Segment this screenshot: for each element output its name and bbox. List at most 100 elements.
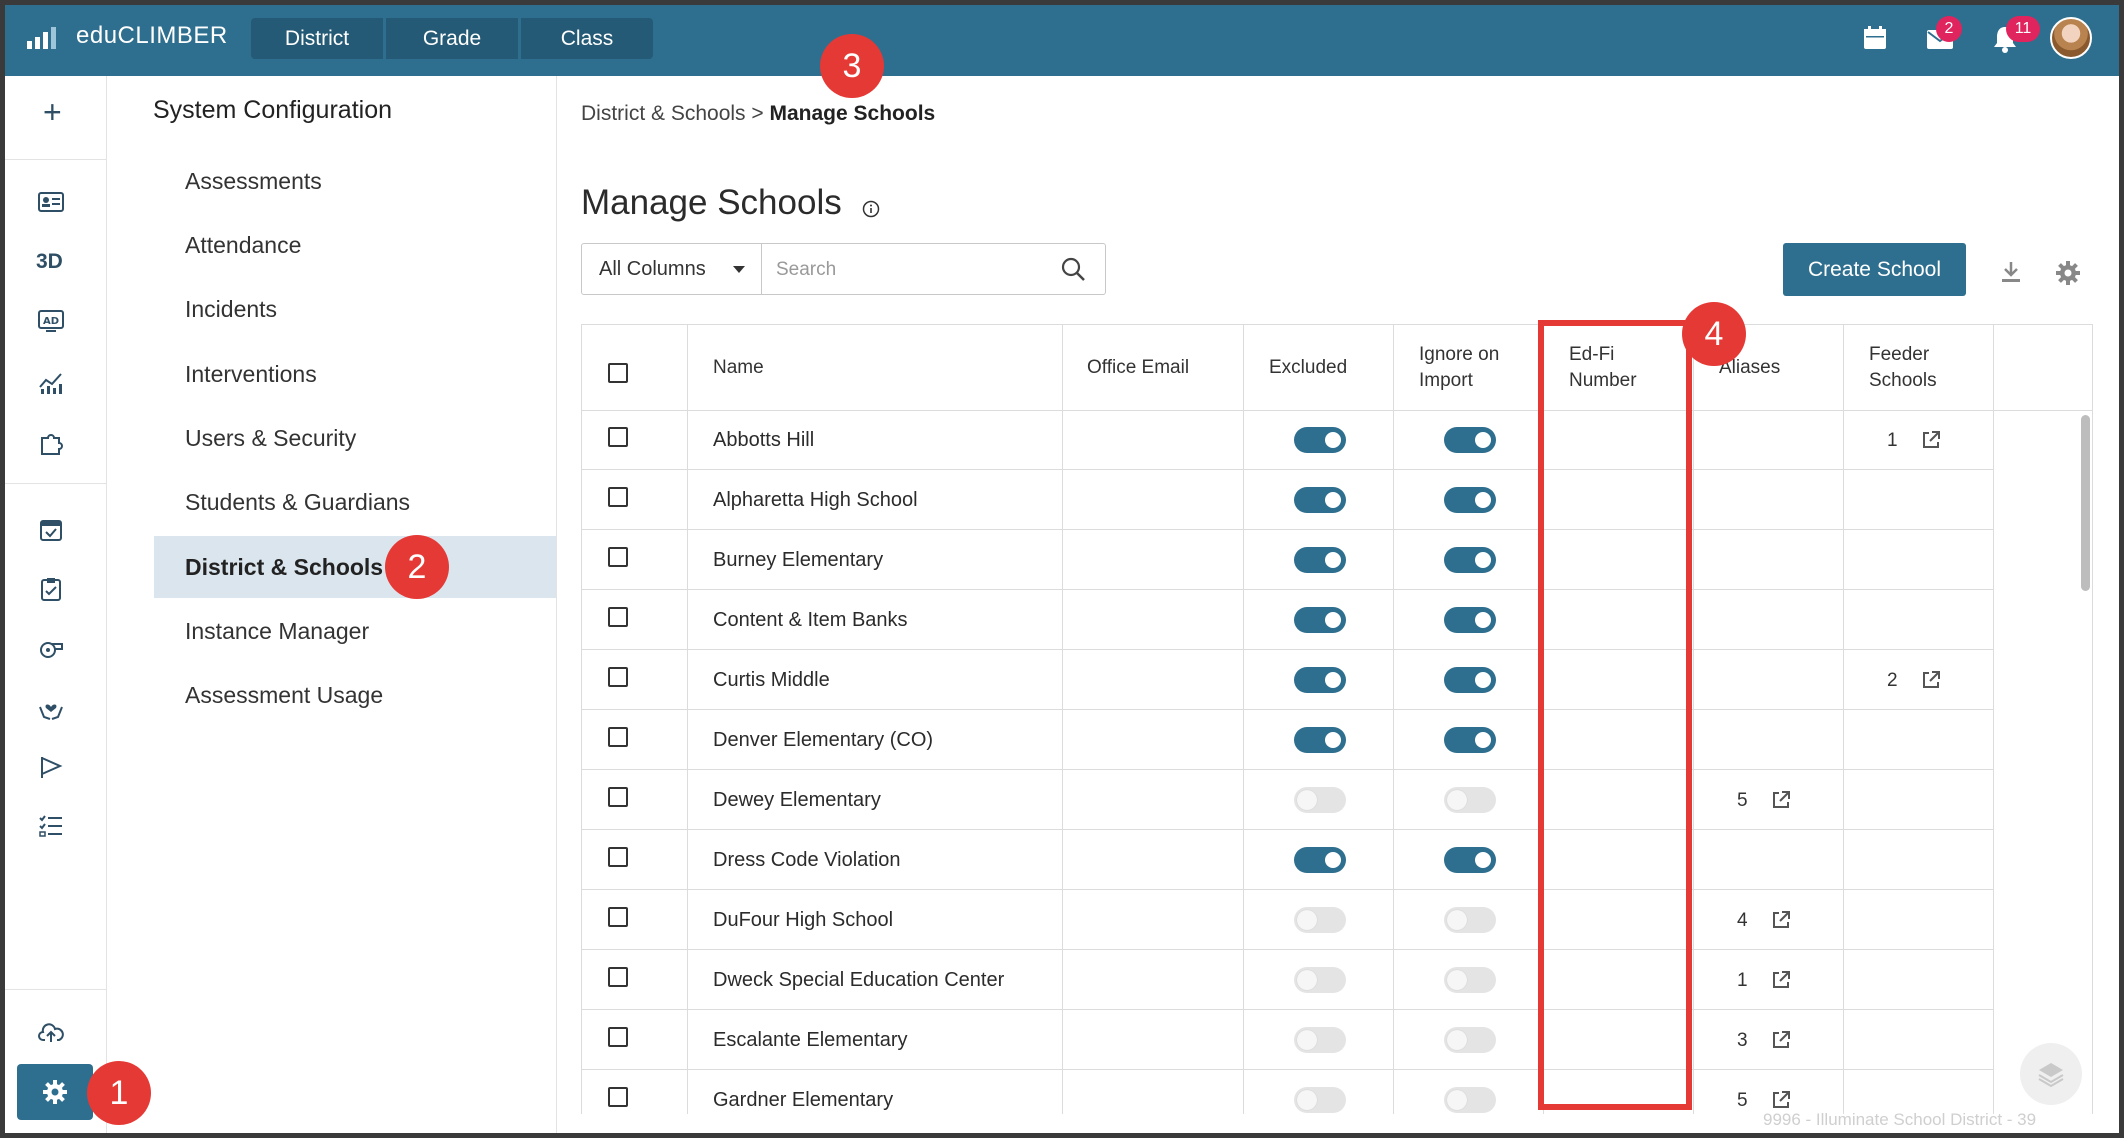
nav-grade[interactable]: Grade: [386, 18, 518, 59]
ignore-on-import-toggle[interactable]: [1444, 787, 1496, 813]
external-link-icon[interactable]: [1771, 1030, 1791, 1050]
excluded-toggle[interactable]: [1294, 667, 1346, 693]
row-checkbox[interactable]: [608, 667, 628, 687]
school-name[interactable]: Abbotts Hill: [713, 429, 814, 452]
sidebar-item-users-security[interactable]: Users & Security: [154, 407, 556, 469]
checklist-icon[interactable]: [38, 813, 64, 839]
row-checkbox[interactable]: [608, 427, 628, 447]
sidebar-item-incidents[interactable]: Incidents: [154, 278, 556, 340]
sidebar-item-students-guardians[interactable]: Students & Guardians: [154, 471, 556, 533]
school-name[interactable]: DuFour High School: [713, 909, 893, 932]
school-name[interactable]: Dress Code Violation: [713, 849, 901, 872]
external-link-icon[interactable]: [1771, 970, 1791, 990]
row-checkbox[interactable]: [608, 1087, 628, 1107]
sidebar-item-assessment-usage[interactable]: Assessment Usage: [154, 664, 556, 726]
ignore-on-import-toggle[interactable]: [1444, 847, 1496, 873]
row-checkbox[interactable]: [608, 727, 628, 747]
school-name[interactable]: Alpharetta High School: [713, 489, 918, 512]
school-name[interactable]: Denver Elementary (CO): [713, 729, 933, 752]
table-row[interactable]: Escalante Elementary 3: [582, 1010, 1994, 1070]
row-checkbox[interactable]: [608, 487, 628, 507]
school-name[interactable]: Dweck Special Education Center: [713, 969, 1004, 992]
search-icon[interactable]: [1060, 256, 1086, 282]
table-row[interactable]: DuFour High School 4: [582, 890, 1994, 950]
chart-icon[interactable]: [38, 369, 64, 395]
external-link-icon[interactable]: [1921, 430, 1941, 450]
header-name[interactable]: Name: [713, 325, 764, 410]
excluded-toggle[interactable]: [1294, 607, 1346, 633]
table-row[interactable]: Denver Elementary (CO): [582, 710, 1994, 770]
ignore-on-import-toggle[interactable]: [1444, 607, 1496, 633]
excluded-toggle[interactable]: [1294, 907, 1346, 933]
app-logo-text[interactable]: eduCLIMBER: [76, 22, 228, 50]
ignore-on-import-toggle[interactable]: [1444, 1087, 1496, 1113]
row-checkbox[interactable]: [608, 607, 628, 627]
plus-icon[interactable]: +: [43, 96, 62, 128]
table-row[interactable]: Abbotts Hill 1: [582, 410, 1994, 470]
table-row[interactable]: Content & Item Banks: [582, 590, 1994, 650]
excluded-toggle[interactable]: [1294, 967, 1346, 993]
column-select[interactable]: All Columns: [581, 243, 762, 295]
table-row[interactable]: Dweck Special Education Center 1: [582, 950, 1994, 1010]
external-link-icon[interactable]: [1771, 1090, 1791, 1110]
sidebar-item-instance-manager[interactable]: Instance Manager: [154, 600, 556, 662]
3d-icon[interactable]: 3D: [36, 250, 63, 274]
table-row[interactable]: Burney Elementary: [582, 530, 1994, 590]
create-school-button[interactable]: Create School: [1783, 243, 1966, 296]
ignore-on-import-toggle[interactable]: [1444, 667, 1496, 693]
row-checkbox[interactable]: [608, 787, 628, 807]
ignore-on-import-toggle[interactable]: [1444, 967, 1496, 993]
row-checkbox[interactable]: [608, 547, 628, 567]
excluded-toggle[interactable]: [1294, 847, 1346, 873]
heart-hands-icon[interactable]: [38, 695, 64, 721]
puzzle-icon[interactable]: [38, 430, 64, 456]
layers-button[interactable]: [2020, 1043, 2082, 1105]
external-link-icon[interactable]: [1771, 910, 1791, 930]
ignore-on-import-toggle[interactable]: [1444, 547, 1496, 573]
cloud-upload-icon[interactable]: [38, 1020, 64, 1046]
header-excluded[interactable]: Excluded: [1269, 325, 1347, 410]
excluded-toggle[interactable]: [1294, 427, 1346, 453]
external-link-icon[interactable]: [1771, 790, 1791, 810]
row-checkbox[interactable]: [608, 1027, 628, 1047]
sidebar-item-assessments[interactable]: Assessments: [154, 150, 556, 212]
download-icon[interactable]: [2000, 260, 2022, 284]
row-checkbox[interactable]: [608, 907, 628, 927]
breadcrumb-parent[interactable]: District & Schools: [581, 102, 746, 125]
calendar-icon[interactable]: [1862, 25, 1888, 51]
row-checkbox[interactable]: [608, 847, 628, 867]
clipboard-icon[interactable]: [38, 576, 64, 602]
table-row[interactable]: Dewey Elementary 5: [582, 770, 1994, 830]
flag-icon[interactable]: [38, 754, 64, 780]
header-office-email[interactable]: Office Email: [1087, 325, 1189, 410]
settings-button[interactable]: [17, 1064, 93, 1120]
user-avatar[interactable]: [2050, 17, 2092, 59]
header-feeder-schools[interactable]: Feeder Schools: [1869, 325, 1937, 410]
ignore-on-import-toggle[interactable]: [1444, 427, 1496, 453]
school-name[interactable]: Escalante Elementary: [713, 1029, 908, 1052]
excluded-toggle[interactable]: [1294, 547, 1346, 573]
row-checkbox[interactable]: [608, 967, 628, 987]
school-name[interactable]: Gardner Elementary: [713, 1089, 893, 1112]
school-name[interactable]: Curtis Middle: [713, 669, 830, 692]
gear-icon[interactable]: [2055, 260, 2081, 286]
scrollbar-thumb[interactable]: [2081, 415, 2090, 591]
external-link-icon[interactable]: [1921, 670, 1941, 690]
info-icon[interactable]: [862, 200, 880, 218]
search-input[interactable]: [774, 256, 1048, 284]
nav-district[interactable]: District: [251, 18, 383, 59]
ignore-on-import-toggle[interactable]: [1444, 487, 1496, 513]
ignore-on-import-toggle[interactable]: [1444, 907, 1496, 933]
excluded-toggle[interactable]: [1294, 787, 1346, 813]
school-name[interactable]: Burney Elementary: [713, 549, 883, 572]
table-row[interactable]: Alpharetta High School: [582, 470, 1994, 530]
excluded-toggle[interactable]: [1294, 727, 1346, 753]
select-all-checkbox[interactable]: [608, 363, 628, 383]
nav-class[interactable]: Class: [521, 18, 653, 59]
whistle-icon[interactable]: [38, 635, 64, 661]
header-ignore-on-import[interactable]: Ignore on Import: [1419, 325, 1499, 410]
table-row[interactable]: Dress Code Violation: [582, 830, 1994, 890]
ad-icon[interactable]: AD: [38, 308, 64, 334]
sidebar-item-attendance[interactable]: Attendance: [154, 214, 556, 276]
sidebar-item-district-schools[interactable]: District & Schools: [154, 536, 556, 598]
